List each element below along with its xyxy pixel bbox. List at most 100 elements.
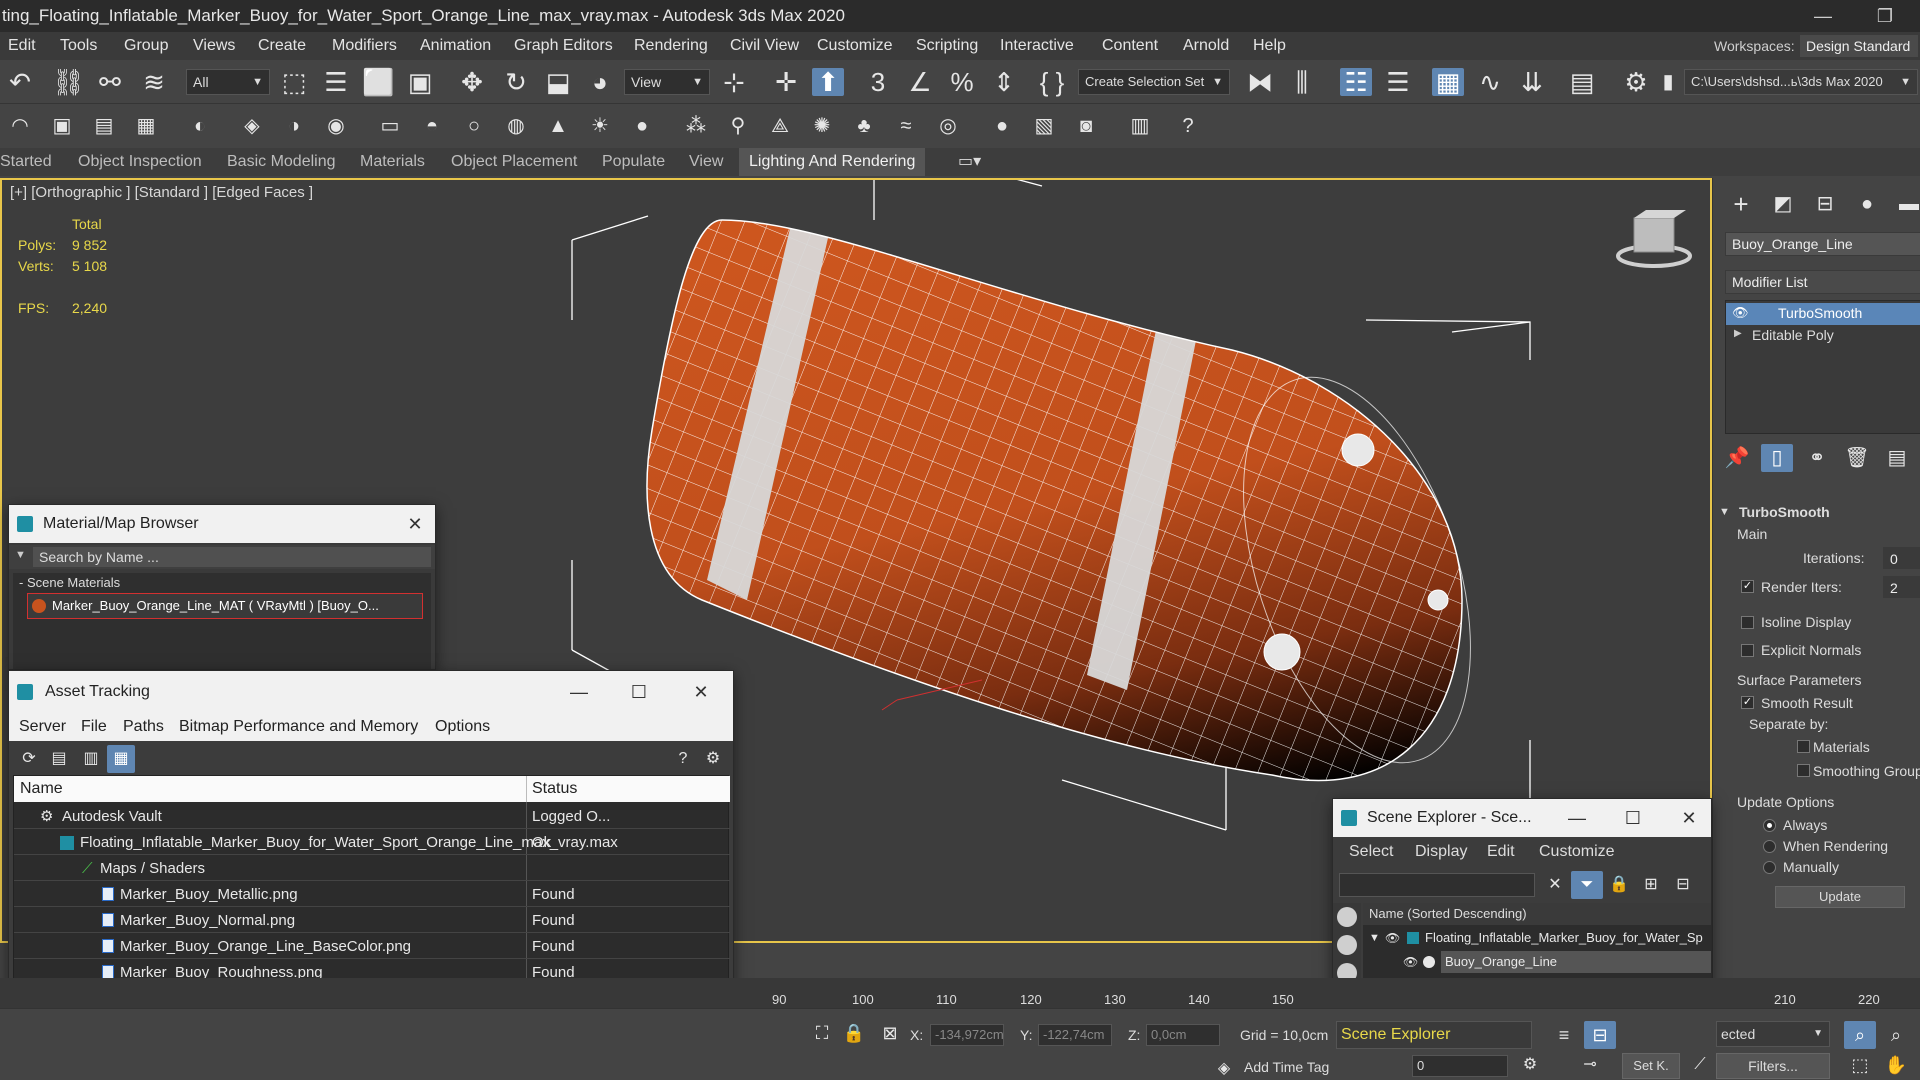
dome-light-icon[interactable]: ◓ — [416, 112, 448, 140]
tree-header[interactable]: Name (Sorted Descending) — [1363, 903, 1711, 925]
menu-paths[interactable]: Paths — [123, 713, 164, 741]
table-row[interactable]: Marker_Buoy_Orange_Line_BaseColor.png Fo… — [14, 934, 730, 959]
hair-icon[interactable]: ≈ — [890, 112, 922, 140]
close-button[interactable]: ✕ — [681, 671, 721, 709]
clear-search-icon[interactable]: ✕ — [1539, 871, 1571, 899]
link-icon[interactable]: ⛓ — [52, 68, 85, 96]
make-unique-icon[interactable]: ⚭ — [1801, 444, 1833, 472]
isoline-display-checkbox[interactable] — [1741, 616, 1754, 629]
menu-content[interactable]: Content — [1102, 32, 1158, 60]
tab-lighting-and-rendering[interactable]: Lighting And Rendering — [739, 148, 926, 176]
set-key-button[interactable]: Set K. — [1622, 1053, 1680, 1079]
zoom-all-icon[interactable]: ⌕ — [1880, 1021, 1912, 1049]
asset-tracking-titlebar[interactable]: Asset Tracking — ☐ ✕ — [9, 671, 733, 713]
convert-icon[interactable]: ▥ — [1124, 112, 1156, 140]
eye-icon[interactable]: 👁 — [1732, 305, 1749, 321]
bind-spacewarp-icon[interactable]: ≋ — [138, 68, 170, 96]
key-mode-icon[interactable]: ⊸ — [1574, 1051, 1606, 1079]
project-folder-dropdown[interactable]: C:\Users\dshsd...ь\3ds Max 2020 ▼ — [1684, 69, 1918, 95]
menu-tools[interactable]: Tools — [60, 32, 97, 60]
maximize-button[interactable]: ☐ — [619, 671, 659, 709]
spinner-snap-icon[interactable]: ⇕ — [988, 68, 1020, 96]
material-browser-titlebar[interactable]: Material/Map Browser ✕ — [9, 505, 435, 543]
ambient-light-icon[interactable]: ● — [626, 112, 658, 140]
menu-animation[interactable]: Animation — [420, 32, 491, 60]
hierarchy-icon[interactable]: ⊞ — [1635, 871, 1667, 899]
smoothing-groups-checkbox[interactable] — [1797, 764, 1810, 777]
plane-icon[interactable]: ⟁ — [764, 112, 796, 140]
minimize-button[interactable]: — — [559, 671, 599, 709]
eye-icon[interactable]: 👁 — [1403, 951, 1418, 973]
expand-all-icon[interactable]: ⊟ — [1667, 871, 1699, 899]
rect-selection-icon[interactable]: ⬜ — [362, 68, 394, 96]
col-status-header[interactable]: Status — [532, 776, 577, 802]
menu-edit[interactable]: Edit — [8, 32, 36, 60]
video-icon[interactable]: ◉ — [320, 112, 352, 140]
whats-this-icon[interactable]: ⚙ — [697, 745, 729, 773]
iterations-spinner[interactable]: 0 — [1883, 547, 1920, 569]
selection-filter-dropdown[interactable]: All ▼ — [186, 69, 270, 95]
fur-icon[interactable]: ⁂ — [680, 112, 712, 140]
table-row[interactable]: ⟋ Maps / Shaders — [14, 856, 730, 881]
scene-explorer-dropdown[interactable]: Scene Explorer — [1336, 1021, 1532, 1049]
detail-view-icon[interactable]: ▥ — [75, 745, 107, 773]
plane-light-icon[interactable]: ▭ — [374, 112, 406, 140]
proxy-icon[interactable]: ⚲ — [722, 112, 754, 140]
menu-bitmap-performance[interactable]: Bitmap Performance and Memory — [179, 713, 418, 741]
ribbon-toggle-icon[interactable]: ▦ — [1432, 68, 1464, 96]
x-coord-field[interactable]: -134,972cm — [930, 1024, 1004, 1046]
close-button[interactable]: ✕ — [395, 505, 435, 543]
pivot-center-icon[interactable]: ⊹ — [718, 68, 750, 96]
motion-tab-icon[interactable]: ● — [1851, 190, 1883, 218]
list-panel-icon[interactable]: ▤ — [88, 112, 120, 140]
modifier-list-dropdown[interactable]: Modifier List — [1725, 270, 1920, 294]
mirror-icon[interactable]: ⧓ — [1244, 68, 1276, 96]
viewcube[interactable] — [1616, 210, 1692, 268]
render-setup-icon[interactable]: ⚙ — [1620, 68, 1652, 96]
minimize-button[interactable]: — — [1557, 799, 1597, 837]
named-selection-set-dropdown[interactable]: Create Selection Set ▼ — [1078, 69, 1230, 95]
menu-help[interactable]: Help — [1253, 32, 1286, 60]
viewport-label[interactable]: [+] [Orthographic ] [Standard ] [Edged F… — [10, 184, 313, 201]
selection-lock-icon[interactable]: 🔒 — [838, 1019, 870, 1047]
material-entry[interactable]: Marker_Buoy_Orange_Line_MAT ( VRayMtl ) … — [27, 593, 423, 619]
lock-icon[interactable]: 🔒 — [1603, 871, 1635, 899]
scale-icon[interactable]: ⬓ — [542, 68, 574, 96]
camera-icon[interactable]: ◐ — [184, 112, 216, 140]
pin-stack-icon[interactable]: 📌 — [1721, 444, 1753, 472]
menu-select[interactable]: Select — [1349, 837, 1393, 867]
tree-item-root[interactable]: ▼ 👁 Floating_Inflatable_Marker_Buoy_for_… — [1363, 927, 1711, 949]
smooth-result-checkbox[interactable]: ✓ — [1741, 696, 1754, 709]
reference-coord-dropdown[interactable]: View ▼ — [624, 69, 710, 95]
render-iters-checkbox[interactable]: ✓ — [1741, 580, 1754, 593]
move-icon[interactable]: ✥ — [456, 68, 488, 96]
menu-modifiers[interactable]: Modifiers — [332, 32, 397, 60]
menu-graph-editors[interactable]: Graph Editors — [514, 32, 613, 60]
align-icon[interactable]: ⫼ — [1286, 68, 1318, 96]
tab-view[interactable]: View — [689, 148, 723, 176]
manually-radio[interactable] — [1763, 861, 1776, 874]
mat-id-icon[interactable]: ▧ — [1028, 112, 1060, 140]
layer-explorer-icon[interactable]: ☰ — [1382, 68, 1414, 96]
always-radio[interactable] — [1763, 819, 1776, 832]
minimize-button[interactable]: — — [1798, 0, 1848, 32]
table-row[interactable]: ⚙ Autodesk Vault Logged O... — [14, 804, 730, 829]
filter-icon[interactable]: ⏷ — [1571, 871, 1603, 899]
help-icon[interactable]: ? — [1172, 112, 1204, 140]
tree-item-child[interactable]: 👁 Buoy_Orange_Line — [1363, 951, 1711, 973]
photo-icon[interactable]: ▣ — [46, 112, 78, 140]
robot-icon[interactable]: ◈ — [236, 112, 268, 140]
help-icon[interactable]: ? — [667, 745, 699, 773]
modify-tab-icon[interactable]: ◩ — [1767, 190, 1799, 218]
time-tag-icon[interactable]: ◈ — [1208, 1055, 1240, 1080]
stack-item-editable-poly[interactable]: ▶ Editable Poly — [1726, 325, 1920, 347]
materials-checkbox[interactable] — [1797, 740, 1810, 753]
rollout-collapse-icon[interactable]: ▼ — [1719, 506, 1730, 518]
restore-button[interactable]: ❐ — [1860, 0, 1910, 32]
sphere-light-icon[interactable]: ○ — [458, 112, 490, 140]
curve-editor-icon[interactable]: ∿ — [1474, 68, 1506, 96]
isolate-selection-icon[interactable]: ⛶ — [806, 1019, 838, 1047]
menu-interactive[interactable]: Interactive — [1000, 32, 1074, 60]
angle-snap-icon[interactable]: ∠ — [904, 68, 936, 96]
frame-buffer-icon[interactable]: ◙ — [1070, 112, 1102, 140]
